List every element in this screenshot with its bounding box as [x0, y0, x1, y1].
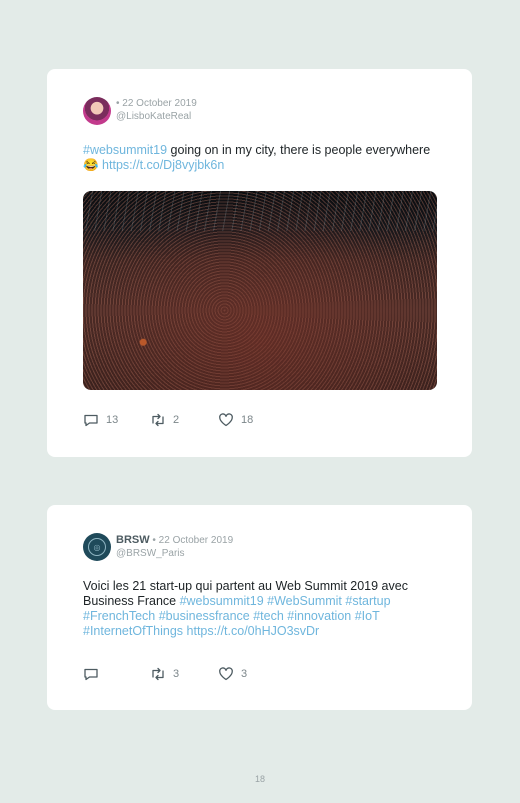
retweet-icon: [152, 667, 164, 681]
tweet-date: • 22 October 2019: [116, 98, 197, 109]
tweet-author-name[interactable]: BRSW: [116, 534, 150, 546]
tweet-text: Voici les 21 start-up qui partent au Web…: [83, 579, 443, 639]
hashtag-link[interactable]: #websummit19: [83, 143, 167, 157]
retweet-button[interactable]: 3: [150, 667, 179, 681]
tweet-card-1: • 22 October 2019 @LisboKateReal #websum…: [47, 69, 472, 457]
tweet-meta: BRSW • 22 October 2019 @BRSW_Paris: [116, 534, 233, 560]
page-number: 18: [254, 774, 265, 784]
retweet-button[interactable]: 2: [150, 413, 179, 427]
like-count: 3: [241, 668, 248, 680]
tweet-photo[interactable]: [83, 191, 437, 390]
tweet-handle[interactable]: @BRSW_Paris: [116, 547, 233, 560]
retweet-count: 2: [173, 414, 180, 426]
like-button[interactable]: 3: [218, 667, 247, 681]
tweet-handle[interactable]: @LisboKateReal: [116, 110, 197, 123]
retweet-icon: [152, 413, 164, 427]
reply-count: 13: [106, 414, 119, 426]
like-icon: [219, 413, 233, 427]
like-button[interactable]: 18: [218, 413, 253, 427]
avatar[interactable]: ◎: [83, 533, 111, 561]
reply-icon: [84, 414, 98, 427]
tweet-date: • 22 October 2019: [149, 535, 234, 546]
retweet-count: 3: [173, 668, 180, 680]
tweet-card-2: ◎ BRSW • 22 October 2019 @BRSW_Paris Voi…: [47, 505, 472, 710]
avatar[interactable]: [83, 97, 111, 125]
tweet-text: #websummit19 going on in my city, there …: [83, 143, 443, 173]
tweet-url-link[interactable]: https://t.co/Dj8vyjbk6n: [102, 158, 224, 172]
like-count: 18: [241, 414, 254, 426]
reply-button[interactable]: [83, 667, 106, 681]
like-icon: [219, 667, 233, 681]
brsw-logo-icon: ◎: [88, 538, 106, 556]
reply-button[interactable]: 13: [83, 413, 118, 427]
tweet-meta: • 22 October 2019 @LisboKateReal: [116, 97, 197, 123]
reply-icon: [84, 668, 98, 681]
